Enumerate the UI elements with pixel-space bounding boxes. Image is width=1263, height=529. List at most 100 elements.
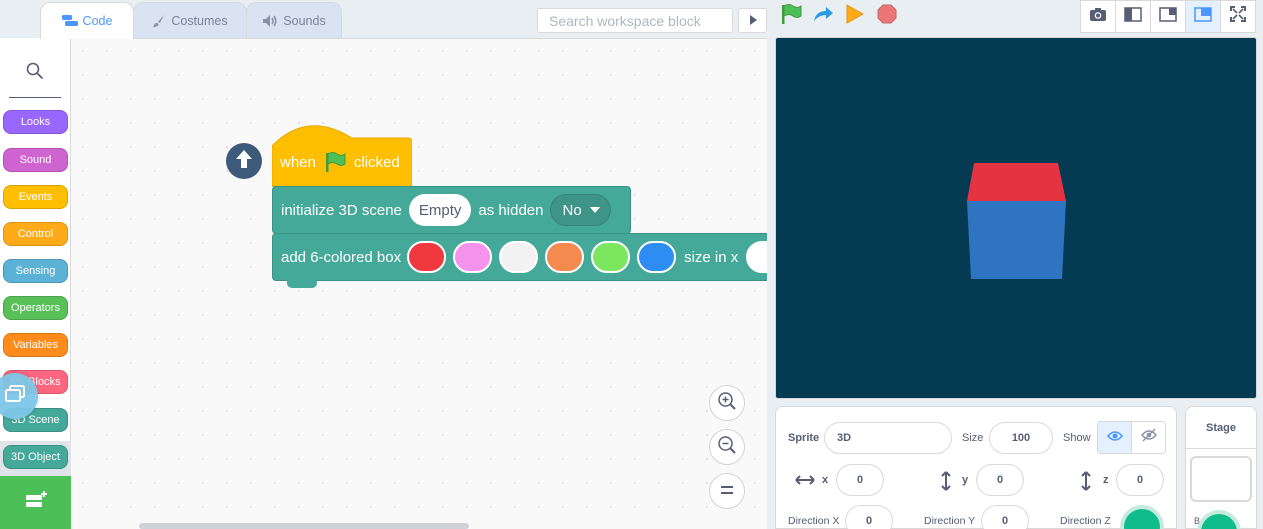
equals-icon (720, 482, 734, 500)
vertical-arrows-icon (940, 471, 952, 496)
caret-down-icon (589, 207, 600, 213)
layout-right-icon (1159, 6, 1177, 27)
direction-y-input[interactable]: 0 (981, 505, 1029, 529)
box-block-label: add 6-colored box (281, 248, 402, 266)
brush-icon (152, 14, 166, 28)
zoom-reset-button[interactable] (709, 473, 745, 509)
tab-costumes[interactable]: Costumes (133, 2, 247, 38)
search-go-button[interactable] (738, 8, 767, 33)
direction-x-input[interactable]: 0 (845, 505, 893, 529)
color-swatch-4[interactable] (545, 241, 585, 273)
add-extension-icon (24, 490, 48, 515)
category-sensing[interactable]: Sensing (3, 259, 68, 283)
category-label: Events (18, 191, 53, 203)
size-input[interactable]: 100 (989, 422, 1053, 454)
when-flag-clicked-block[interactable]: when clicked (280, 151, 400, 173)
view-mode-buttons (1080, 0, 1256, 33)
tab-costumes-label: Costumes (171, 13, 228, 28)
editor-tabs: Code Costumes Sounds (40, 2, 342, 39)
direction-x-label: Direction X (788, 515, 840, 527)
category-menu: Looks Sound Events Control Sensing Opera… (0, 38, 71, 529)
color-swatch-3[interactable] (499, 241, 539, 273)
z-value: 0 (1136, 474, 1144, 486)
add-6-colored-box-block[interactable]: add 6-colored box size in x (272, 233, 767, 281)
horizontal-arrows-icon (795, 473, 815, 491)
category-sound[interactable]: Sound (3, 148, 68, 172)
zoom-in-button[interactable] (709, 385, 745, 421)
tab-sounds[interactable]: Sounds (246, 2, 342, 38)
code-icon (61, 15, 78, 27)
redo-arrow-icon (812, 5, 834, 28)
normal-stage-button[interactable] (1150, 0, 1186, 33)
y-value: 0 (996, 474, 1004, 486)
color-swatch-2[interactable] (453, 241, 493, 273)
tab-code[interactable]: Code (40, 2, 134, 39)
stage-selector-panel[interactable]: Stage Backdrops (1185, 406, 1257, 529)
green-flag-icon (780, 3, 802, 30)
stop-button[interactable] (875, 4, 899, 28)
size-x-label: size in x (684, 248, 739, 266)
hat-clicked-label: clicked (353, 153, 400, 171)
size-label: Size (962, 432, 984, 444)
screenshot-button[interactable] (1080, 0, 1116, 33)
direction-x-value: 0 (865, 515, 873, 527)
color-swatch-5[interactable] (591, 241, 631, 273)
category-looks[interactable]: Looks (3, 110, 68, 134)
eye-slash-icon (1140, 428, 1157, 447)
search-icon (26, 62, 44, 85)
initialize-3d-scene-block[interactable]: initialize 3D scene Empty as hidden No (272, 186, 631, 234)
category-3d-object[interactable]: 3D Object (3, 445, 68, 469)
x-label: x (822, 474, 829, 486)
y-input[interactable]: 0 (976, 464, 1024, 496)
zoom-out-icon (717, 435, 737, 460)
scene-value-input[interactable]: Empty (408, 194, 472, 226)
stage-canvas[interactable] (775, 37, 1257, 399)
stage-thumbnail[interactable] (1190, 456, 1252, 502)
play-icon (846, 3, 865, 29)
tab-sounds-label: Sounds (283, 13, 326, 28)
category-events[interactable]: Events (3, 185, 68, 209)
category-operators[interactable]: Operators (3, 296, 68, 320)
run-button[interactable] (843, 3, 867, 29)
hidden-dropdown[interactable]: No (550, 194, 611, 226)
fullscreen-icon (1230, 6, 1246, 27)
category-label: Sound (19, 154, 52, 166)
category-variables[interactable]: Variables (3, 333, 68, 357)
add-backdrop-button[interactable] (1197, 510, 1241, 529)
turbo-button[interactable] (811, 4, 835, 28)
hidden-dropdown-value: No (562, 201, 582, 219)
workspace-search-input[interactable]: Search workspace block (537, 8, 733, 33)
hat-when-label: when (280, 153, 316, 171)
fullscreen-button[interactable] (1220, 0, 1256, 33)
category-label: Operators (11, 302, 60, 314)
z-input[interactable]: 0 (1116, 464, 1164, 496)
code-workspace[interactable]: when clicked initialize 3D scene Empty a… (71, 38, 767, 529)
go-to-top-button[interactable] (226, 143, 262, 179)
sprite-name-input[interactable]: 3D (824, 422, 952, 454)
windows-icon (4, 384, 26, 409)
sprite-name-value: 3D (837, 432, 852, 444)
green-flag-icon (324, 151, 346, 173)
add-sprite-button[interactable] (1120, 505, 1164, 529)
arrow-up-icon (233, 148, 255, 175)
sprite-label: Sprite (788, 432, 820, 444)
color-swatch-6[interactable] (637, 241, 677, 273)
large-stage-button[interactable] (1185, 0, 1221, 33)
search-placeholder: Search workspace block (549, 13, 701, 29)
small-stage-button[interactable] (1115, 0, 1151, 33)
category-search-button[interactable] (9, 50, 61, 98)
x-input[interactable]: 0 (836, 464, 884, 496)
zoom-out-button[interactable] (709, 429, 745, 465)
color-swatch-1[interactable] (407, 241, 447, 273)
sprite-info-panel: Sprite 3D Size 100 Show x 0 y 0 z 0 Dire… (775, 406, 1177, 529)
y-label: y (962, 474, 969, 486)
show-visible-button[interactable] (1097, 421, 1132, 454)
show-hidden-button[interactable] (1131, 421, 1166, 454)
block-bottom-notch (287, 280, 317, 288)
category-control[interactable]: Control (3, 222, 68, 246)
size-x-input[interactable] (746, 241, 767, 273)
green-flag-button[interactable] (779, 3, 803, 30)
x-value: 0 (856, 474, 864, 486)
add-extension-button[interactable] (0, 476, 71, 529)
workspace-horizontal-scrollbar[interactable] (139, 523, 469, 529)
